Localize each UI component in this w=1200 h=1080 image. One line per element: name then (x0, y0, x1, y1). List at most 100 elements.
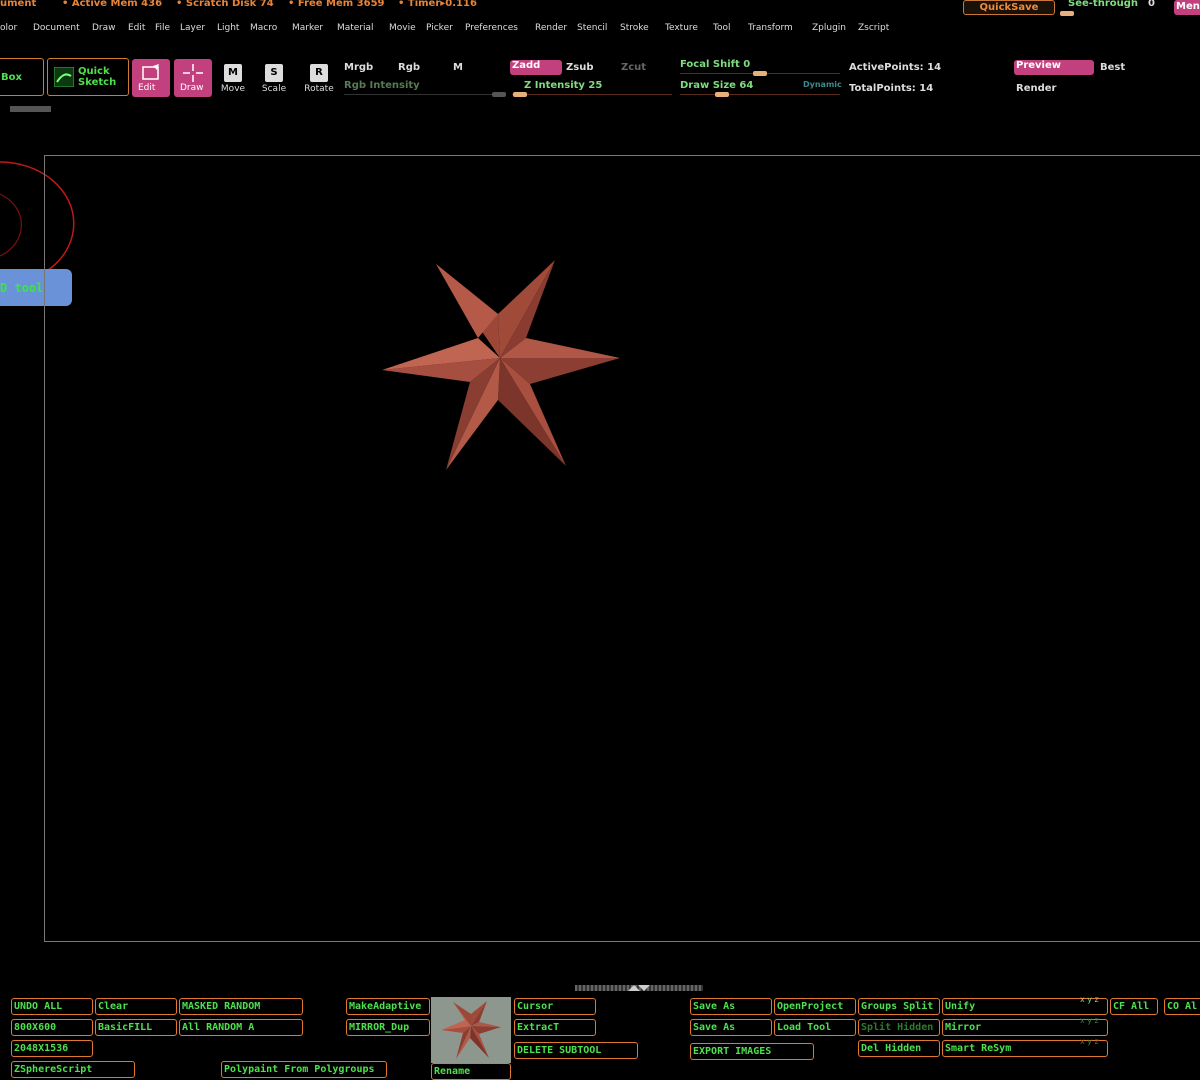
mrgb-button[interactable]: Mrgb (344, 62, 373, 73)
all-random-button[interactable]: All RANDOM A (179, 1019, 303, 1036)
preview-button[interactable]: Preview (1014, 60, 1094, 75)
scale-icon: S (265, 64, 283, 82)
tray-handle[interactable] (10, 106, 51, 112)
menu-layer[interactable]: Layer (180, 23, 205, 33)
groups-split-button[interactable]: Groups Split (858, 998, 940, 1015)
see-through-value: 0 (1148, 0, 1155, 9)
m-button[interactable]: M (453, 62, 463, 73)
cf-all-button[interactable]: CF All (1110, 998, 1158, 1015)
menu-file[interactable]: File (155, 23, 170, 33)
menu-texture[interactable]: Texture (665, 23, 698, 33)
see-through-knob[interactable] (1060, 11, 1074, 16)
menu-bar: olor Document Draw Edit File Layer Light… (0, 20, 1200, 36)
draw-crosshair-icon (183, 64, 203, 82)
focal-shift-knob[interactable] (753, 71, 767, 76)
extract-button[interactable]: ExtracT (514, 1019, 596, 1036)
res-800-button[interactable]: 800X600 (11, 1019, 93, 1036)
split-hidden-button[interactable]: Split Hidden (858, 1019, 940, 1036)
document-name: ument (0, 0, 37, 9)
draw-size-knob[interactable] (715, 92, 729, 97)
canvas-viewport[interactable] (44, 155, 1200, 942)
zsphere-script-button[interactable]: ZSphereScript (11, 1061, 135, 1078)
render-button[interactable]: Render (1016, 83, 1056, 94)
dynamic-toggle[interactable]: Dynamic (803, 80, 842, 89)
menu-movie[interactable]: Movie (389, 23, 416, 33)
unify-axis-icon: x y z (1080, 995, 1099, 1004)
mirror-dup-button[interactable]: MIRROR_Dup (346, 1019, 430, 1036)
export-images-button[interactable]: EXPORT IMAGES (690, 1043, 814, 1060)
lightbox-label: Box (1, 72, 22, 83)
menu-draw[interactable]: Draw (92, 23, 116, 33)
load-tool-button[interactable]: Load Tool (774, 1019, 856, 1036)
resym-axis-icon: x y z (1080, 1037, 1099, 1046)
zadd-button[interactable]: Zadd (510, 60, 562, 75)
menu-render[interactable]: Render (535, 23, 567, 33)
menu-preferences[interactable]: Preferences (465, 23, 518, 33)
rgb-intensity-slider[interactable] (344, 94, 504, 95)
menu-light[interactable]: Light (217, 23, 239, 33)
quick-sketch-button[interactable]: Quick Sketch (47, 58, 129, 96)
menu-color[interactable]: olor (0, 23, 17, 33)
rotate-button[interactable]: R Rotate (302, 64, 336, 94)
cursor-button[interactable]: Cursor (514, 998, 596, 1015)
co-all-button[interactable]: CO Al (1164, 998, 1200, 1015)
del-hidden-button[interactable]: Del Hidden (858, 1040, 940, 1057)
res-2048-button[interactable]: 2048X1536 (11, 1040, 93, 1057)
z-intensity-slider[interactable] (512, 94, 672, 95)
scratch-disk: • Scratch Disk 74 (176, 0, 274, 9)
undo-all-button[interactable]: UNDO ALL (11, 998, 93, 1015)
menu-document[interactable]: Document (33, 23, 80, 33)
clear-button[interactable]: Clear (95, 998, 177, 1015)
active-mem: • Active Mem 436 (62, 0, 163, 9)
star-thumbnail-icon (441, 1001, 501, 1059)
masked-random-button[interactable]: MASKED RANDOM (179, 998, 303, 1015)
tool-thumbnail[interactable] (431, 997, 511, 1063)
see-through-slider[interactable]: See-through 0 (1060, 0, 1170, 16)
menu-picker[interactable]: Picker (426, 23, 453, 33)
menu-macro[interactable]: Macro (250, 23, 277, 33)
rgb-button[interactable]: Rgb (398, 62, 420, 73)
menu-material[interactable]: Material (337, 23, 374, 33)
rotate-label: Rotate (304, 84, 334, 94)
menu-marker[interactable]: Marker (292, 23, 323, 33)
polypaint-button[interactable]: Polypaint From Polygroups (221, 1061, 387, 1078)
see-through-label: See-through (1068, 0, 1139, 9)
tray-arrows-icon[interactable] (626, 983, 652, 993)
move-icon: M (224, 64, 242, 82)
move-button[interactable]: M Move (216, 64, 250, 94)
edit-button[interactable]: Edit (132, 59, 170, 97)
menus-button[interactable]: Menu (1174, 0, 1200, 15)
menu-stroke[interactable]: Stroke (620, 23, 649, 33)
focal-shift-label: Focal Shift 0 (680, 59, 751, 70)
quicksave-button[interactable]: QuickSave (963, 0, 1055, 15)
menu-stencil[interactable]: Stencil (577, 23, 607, 33)
edit-label: Edit (138, 83, 156, 93)
save-as-tool-button[interactable]: Save As (690, 1019, 772, 1036)
zcut-button[interactable]: Zcut (621, 62, 646, 73)
basic-fill-button[interactable]: BasicFILL (95, 1019, 177, 1036)
save-as-button[interactable]: Save As (690, 998, 772, 1015)
delete-subtool-button[interactable]: DELETE SUBTOOL (514, 1042, 638, 1059)
zsub-button[interactable]: Zsub (566, 62, 593, 73)
timer: • Timer▸0.116 (398, 0, 477, 9)
menu-zplugin[interactable]: Zplugin (812, 23, 846, 33)
scale-button[interactable]: S Scale (257, 64, 291, 94)
best-button[interactable]: Best (1100, 62, 1125, 73)
rename-button[interactable]: Rename (431, 1063, 511, 1080)
menu-tool[interactable]: Tool (713, 23, 730, 33)
open-project-button[interactable]: OpenProject (774, 998, 856, 1015)
rgb-intensity-knob[interactable] (492, 92, 506, 97)
lightbox-button[interactable]: Box (0, 58, 44, 96)
menu-edit[interactable]: Edit (128, 23, 145, 33)
draw-button[interactable]: Draw (174, 59, 212, 97)
star-mesh[interactable] (380, 258, 622, 472)
edit-icon (142, 64, 159, 80)
rgb-intensity-label: Rgb Intensity (344, 80, 420, 91)
menu-transform[interactable]: Transform (748, 23, 793, 33)
make-adaptive-button[interactable]: MakeAdaptive (346, 998, 430, 1015)
menu-zscript[interactable]: Zscript (858, 23, 889, 33)
draw-size-slider[interactable] (680, 94, 840, 95)
tool-pill-label: D tool (0, 281, 44, 295)
star-facets (382, 260, 620, 470)
z-intensity-knob[interactable] (513, 92, 527, 97)
